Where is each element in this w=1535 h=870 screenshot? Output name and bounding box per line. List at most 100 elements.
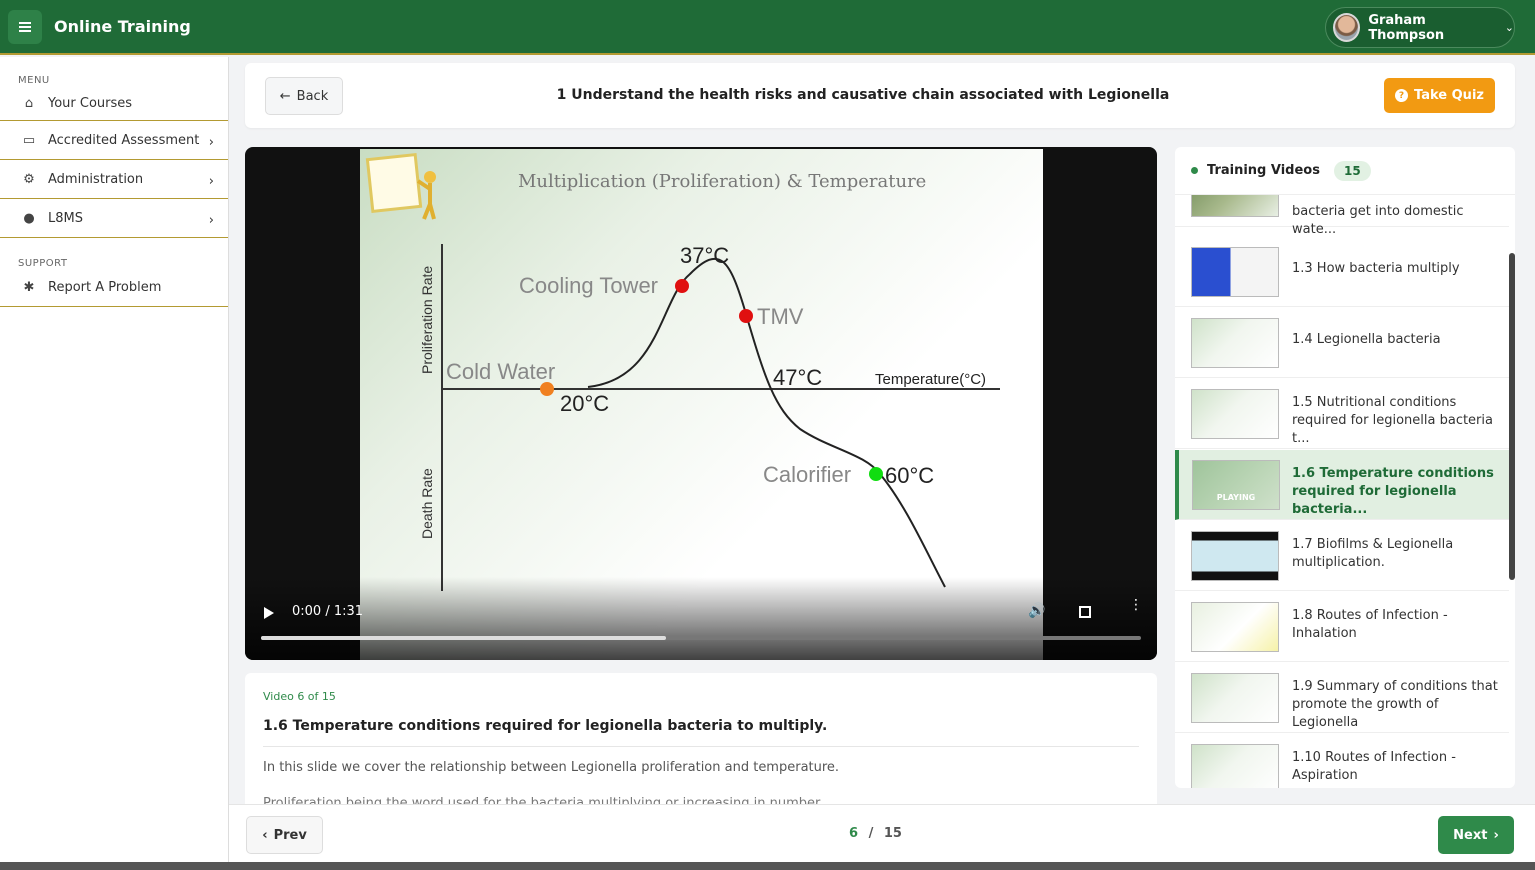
page-separator: /	[868, 826, 874, 841]
list-item-label: 1.9 Summary of conditions that promote t…	[1292, 679, 1498, 730]
video-thumbnail	[1191, 673, 1279, 723]
bug-icon: ✱	[23, 280, 35, 295]
sidebar-item-l8ms[interactable]: ● L8MS ›	[0, 199, 228, 238]
chevron-left-icon: ‹	[262, 827, 268, 843]
video-thumbnail	[1191, 195, 1279, 217]
prev-button[interactable]: ‹ Prev	[246, 816, 323, 854]
video-progress-fill	[261, 636, 666, 640]
point-temp-cold-water: 20°C	[560, 391, 609, 416]
avatar	[1333, 13, 1361, 42]
page-indicator: 6 / 15	[849, 826, 902, 841]
video-description-text: In this slide we cover the relationship …	[263, 760, 840, 775]
list-item-label: 1.4 Legionella bacteria	[1292, 332, 1441, 347]
prev-button-label: Prev	[273, 827, 307, 843]
point-name-cooling-tower: Cooling Tower	[519, 273, 658, 298]
sidebar-item-report-a-problem[interactable]: ✱ Report A Problem	[0, 269, 228, 307]
list-item[interactable]: 1.8 Routes of Infection - Inhalation	[1175, 592, 1509, 662]
point-marker-calorifier	[869, 467, 883, 481]
next-button-label: Next	[1453, 827, 1488, 843]
sidebar-item-label: Accredited Assessment	[48, 132, 200, 148]
list-item-label: 1.5 Nutritional conditions required for …	[1292, 395, 1493, 446]
point-marker-cold-water	[540, 382, 554, 396]
playlist-header: Training Videos 15	[1175, 147, 1515, 195]
question-circle-icon: ?	[1395, 89, 1409, 102]
window-bottom-edge	[0, 862, 1535, 870]
list-item[interactable]: 1.3 How bacteria multiply	[1175, 237, 1509, 307]
sidebar-item-label: Administration	[48, 171, 144, 187]
list-item[interactable]: 1.10 Routes of Infection - Aspiration	[1175, 734, 1509, 788]
playlist-list[interactable]: bacteria get into domestic wate... 1.3 H…	[1175, 195, 1509, 788]
take-quiz-button[interactable]: ? Take Quiz	[1384, 78, 1495, 113]
course-header: ← Back 1 Understand the health risks and…	[245, 63, 1515, 128]
divider	[263, 746, 1139, 747]
support-section-label: SUPPORT	[18, 258, 68, 269]
slide-title: Multiplication (Proliferation) & Tempera…	[518, 171, 927, 192]
point-temp-cooling-tower: 37°C	[680, 243, 729, 268]
video-controls: 0:00 / 1:31 🔊 ⋮	[245, 577, 1157, 660]
point-marker-tmv	[739, 309, 753, 323]
back-button[interactable]: ← Back	[265, 77, 343, 115]
list-item[interactable]: 1.4 Legionella bacteria	[1175, 308, 1509, 378]
list-item[interactable]: bacteria get into domestic wate...	[1175, 195, 1509, 237]
list-item-label: 1.10 Routes of Infection - Aspiration	[1292, 750, 1456, 783]
menu-icon	[19, 26, 31, 28]
video-thumbnail	[1191, 318, 1279, 368]
presenter-clipart-icon	[365, 152, 436, 220]
course-title: 1 Understand the health risks and causat…	[556, 87, 1170, 103]
more-options-icon[interactable]: ⋮	[1129, 598, 1143, 612]
video-description: Video 6 of 15 1.6 Temperature conditions…	[245, 673, 1157, 813]
list-item[interactable]: 1.7 Biofilms & Legionella multiplication…	[1175, 521, 1509, 591]
user-gear-icon: ⚙	[23, 171, 35, 187]
sidebar-item-accredited-assessment[interactable]: ▭ Accredited Assessment ›	[0, 121, 228, 160]
playlist-count-badge: 15	[1333, 160, 1371, 181]
list-item-label: 1.3 How bacteria multiply	[1292, 261, 1460, 276]
users-icon: ●	[23, 210, 35, 226]
back-button-label: Back	[296, 88, 329, 104]
training-videos-panel: Training Videos 15 bacteria get into dom…	[1175, 147, 1515, 788]
chevron-right-icon: ›	[208, 174, 214, 189]
list-item-active[interactable]: PLAYING 1.6 Temperature conditions requi…	[1175, 450, 1509, 520]
menu-section-label: MENU	[18, 75, 50, 86]
point-marker-cooling-tower	[675, 279, 689, 293]
list-item-label: 1.7 Biofilms & Legionella multiplication…	[1292, 537, 1454, 570]
app-title: Online Training	[54, 17, 191, 36]
sidebar-item-label: Your Courses	[48, 95, 133, 111]
point-name-cold-water: Cold Water	[446, 359, 555, 384]
list-item[interactable]: 1.5 Nutritional conditions required for …	[1175, 379, 1509, 449]
user-menu[interactable]: Graham Thompson ⌄	[1325, 7, 1515, 48]
video-thumbnail	[1191, 602, 1279, 652]
current-page: 6	[849, 826, 859, 841]
video-counter: Video 6 of 15	[263, 690, 336, 703]
play-icon[interactable]	[264, 607, 274, 619]
y-top-label: Proliferation Rate	[419, 266, 435, 374]
top-bar: Online Training Graham Thompson ⌄	[0, 0, 1535, 55]
chevron-right-icon: ›	[1493, 827, 1499, 843]
bottom-navigation: ‹ Prev 6 / 15 Next ›	[229, 804, 1535, 862]
fullscreen-icon[interactable]	[1079, 606, 1091, 618]
playlist-title: Training Videos	[1207, 163, 1320, 178]
playing-label: PLAYING	[1216, 493, 1256, 502]
x-axis-label: Temperature(°C)	[875, 371, 986, 388]
point-temp-tmv: 47°C	[773, 365, 822, 390]
total-pages: 15	[883, 826, 902, 841]
video-player[interactable]: Proliferation Rate Death Rate Temperatur…	[245, 147, 1157, 660]
volume-icon[interactable]: 🔊	[1028, 603, 1045, 619]
list-item[interactable]: 1.9 Summary of conditions that promote t…	[1175, 663, 1509, 733]
sidebar-item-your-courses[interactable]: ⌂ Your Courses	[0, 86, 228, 121]
playlist-scrollbar[interactable]	[1509, 253, 1515, 580]
user-name: Graham Thompson	[1368, 12, 1445, 43]
list-item-label: 1.8 Routes of Infection - Inhalation	[1292, 608, 1448, 641]
video-thumbnail	[1191, 744, 1279, 788]
sidebar: MENU ⌂ Your Courses ▭ Accredited Assessm…	[0, 57, 229, 870]
point-name-calorifier: Calorifier	[763, 462, 851, 487]
point-name-tmv: TMV	[757, 304, 804, 329]
video-thumbnail: PLAYING	[1192, 460, 1280, 510]
sidebar-item-administration[interactable]: ⚙ Administration ›	[0, 160, 228, 199]
y-bottom-label: Death Rate	[419, 468, 435, 539]
video-time: 0:00 / 1:31	[292, 604, 364, 619]
list-item-label: bacteria get into domestic wate...	[1292, 204, 1464, 237]
video-progress-bar[interactable]	[261, 636, 1141, 640]
take-quiz-label: Take Quiz	[1414, 88, 1484, 103]
hamburger-menu-button[interactable]	[8, 10, 42, 44]
next-button[interactable]: Next ›	[1438, 816, 1514, 854]
